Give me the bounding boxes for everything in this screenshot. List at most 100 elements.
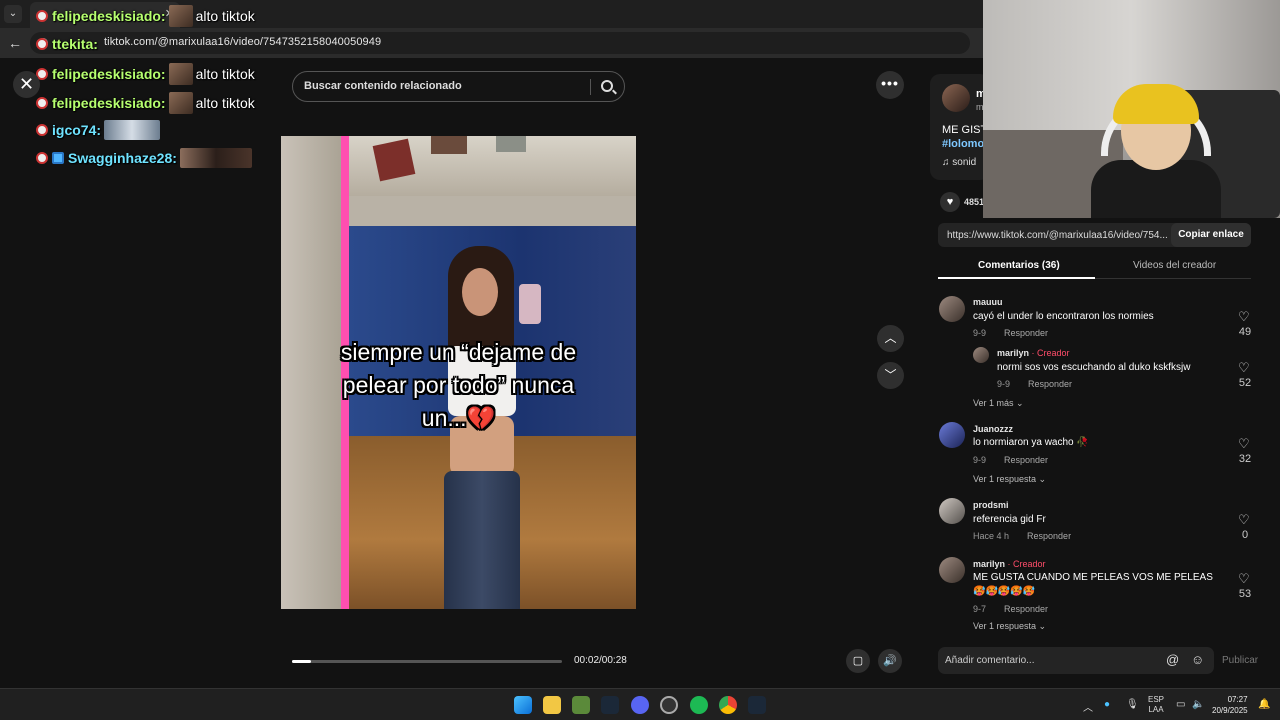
search-bar[interactable]: Buscar contenido relacionado [292, 71, 625, 102]
video-description: ME GIST [942, 124, 988, 136]
previous-video-chevron-up-icon[interactable]: ︿ [877, 325, 904, 352]
chat-badge-icon [36, 38, 48, 50]
video-progress-bar[interactable] [292, 660, 562, 663]
comment-heart-icon[interactable]: ♡ [1238, 512, 1250, 528]
share-link-text[interactable]: https://www.tiktok.com/@marixulaa16/vide… [947, 230, 1168, 241]
video-frame [431, 136, 467, 154]
emoji-icon[interactable]: ☺ [1191, 652, 1204, 667]
reply-button[interactable]: Responder [1028, 379, 1072, 389]
browser-toolbar: ← tiktok.com/@marixulaa16/video/75473521… [0, 28, 985, 58]
webcam-overlay [983, 0, 1280, 218]
commenter-avatar[interactable] [939, 422, 965, 448]
clock[interactable]: 07:27 20/9/2025 [1212, 694, 1248, 716]
comment-heart-icon[interactable]: ♡ [1238, 571, 1250, 587]
notification-icon[interactable]: 🔔 [1258, 699, 1270, 710]
url-text: tiktok.com/@marixulaa16/video/7547352158… [104, 36, 382, 48]
comment-heart-icon[interactable]: ♡ [1238, 309, 1250, 325]
start-icon[interactable] [514, 696, 532, 714]
video-progress-fill [292, 660, 312, 663]
comment-meta: 9-9 Responder [997, 379, 1073, 389]
volume-icon[interactable]: 🔊 [878, 649, 902, 673]
comment-username[interactable]: Juanozzz [973, 424, 1013, 434]
chat-message: felipedeskisiado: alto tiktok [36, 92, 255, 114]
commenter-avatar[interactable] [939, 296, 965, 322]
reply-button[interactable]: Responder [1004, 604, 1048, 614]
discord-icon[interactable] [631, 696, 649, 714]
steam-icon[interactable] [748, 696, 766, 714]
chat-badge-icon [36, 97, 48, 109]
video-caption: siempre un “dejame de pelear por todo” n… [281, 336, 636, 435]
commenter-avatar[interactable] [973, 347, 989, 363]
app-icon[interactable] [572, 696, 590, 714]
chat-username: felipedeskisiado: [52, 66, 166, 82]
search-input[interactable]: Buscar contenido relacionado [304, 80, 462, 92]
chrome-icon[interactable] [719, 696, 737, 714]
address-bar[interactable]: tiktok.com/@marixulaa16/video/7547352158… [30, 32, 970, 54]
microphone-icon[interactable]: 🎙 [1126, 699, 1139, 710]
creator-avatar[interactable] [942, 84, 970, 112]
chat-message: felipedeskisiado: alto tiktok [36, 5, 255, 27]
spotify-icon[interactable] [690, 696, 708, 714]
caption-line: un...💔 [421, 405, 496, 431]
reply-button[interactable]: Responder [1004, 328, 1048, 338]
creator-info: m m ME GIST #lolomo ♫ sonid [930, 74, 990, 180]
view-replies[interactable]: Ver 1 respuesta ⌄ [973, 621, 1046, 632]
commenter-avatar[interactable] [939, 498, 965, 524]
comment-text: normi sos vos escuchando al duko kskfksj… [997, 362, 1191, 373]
speaker-icon[interactable]: 🔈 [1192, 699, 1204, 710]
active-tab-indicator [938, 277, 1095, 279]
chat-badge-icon [36, 10, 48, 22]
copy-link-button[interactable]: Copiar enlace [1171, 223, 1251, 247]
hashtag-link[interactable]: #lolomo [942, 138, 984, 150]
cube-badge-icon [52, 152, 64, 164]
comment-username[interactable]: mauuu [973, 297, 1003, 307]
video-player[interactable]: siempre un “dejame de pelear por todo” n… [281, 136, 636, 609]
file-explorer-icon[interactable] [543, 696, 561, 714]
tab-creator-videos[interactable]: Videos del creador [1133, 260, 1216, 271]
post-button[interactable]: Publicar [1222, 655, 1258, 666]
comment-text: referencia gid Fr [973, 514, 1046, 525]
view-replies[interactable]: Ver 1 respuesta ⌄ [973, 474, 1046, 485]
view-more-replies[interactable]: Ver 1 más ⌄ [973, 398, 1024, 409]
chat-emote [168, 92, 193, 114]
tab-comments[interactable]: Comentarios (36) [978, 260, 1060, 271]
miniplayer-icon[interactable]: ▢ [846, 649, 870, 673]
tab-list-chevron-icon[interactable]: ⌄ [4, 5, 22, 23]
search-icon[interactable] [601, 80, 613, 92]
language-indicator[interactable]: ESP LAA [1148, 695, 1164, 715]
obs-icon[interactable] [660, 696, 678, 714]
commenter-avatar[interactable] [939, 557, 965, 583]
comment-username[interactable]: marilyn · Creador [973, 559, 1046, 569]
more-options-icon[interactable]: ••• [876, 71, 904, 99]
comment-username[interactable]: marilyn · Creador [997, 348, 1070, 358]
comment-meta: 9-7 Responder [973, 604, 1049, 614]
chat-message: Swagginhaze28: [36, 148, 255, 168]
steam-icon[interactable] [601, 696, 619, 714]
search-divider [590, 79, 591, 95]
sound-link[interactable]: ♫ sonid [942, 157, 976, 168]
reply-button[interactable]: Responder [1004, 455, 1048, 465]
comment-heart-icon[interactable]: ♡ [1238, 436, 1250, 452]
video-time: 00:02/00:28 [574, 655, 627, 666]
tray-chevron-icon[interactable]: ︿ [1083, 699, 1093, 714]
panel-tabs: Comentarios (36) Videos del creador [938, 257, 1251, 279]
next-video-chevron-down-icon[interactable]: ﹀ [877, 362, 904, 389]
heart-icon[interactable]: ♥ [940, 192, 960, 212]
comment-text: cayó el under lo encontraron los normies [973, 311, 1154, 322]
comment-like-count: 49 [1238, 326, 1252, 338]
network-icon[interactable]: ▭ [1176, 699, 1185, 710]
mention-icon[interactable]: @ [1166, 652, 1179, 667]
like-count: 4851 [964, 197, 985, 207]
back-icon[interactable]: ← [8, 35, 22, 51]
comment-heart-icon[interactable]: ♡ [1238, 360, 1250, 376]
close-icon[interactable]: ✕ [13, 71, 40, 98]
chat-emote [168, 5, 193, 27]
comment-text: ME GUSTA CUANDO ME PELEAS VOS ME PELEAS [973, 572, 1213, 583]
reply-button[interactable]: Responder [1027, 531, 1071, 541]
comment-username[interactable]: prodsmi [973, 500, 1009, 510]
tray-app-icon[interactable]: ● [1104, 699, 1110, 710]
comment-input[interactable]: Añadir comentario... @ ☺ [938, 647, 1214, 674]
chat-message: ttekita: [36, 36, 98, 52]
chat-badge-icon [36, 124, 48, 136]
chat-username: ttekita: [52, 36, 98, 52]
